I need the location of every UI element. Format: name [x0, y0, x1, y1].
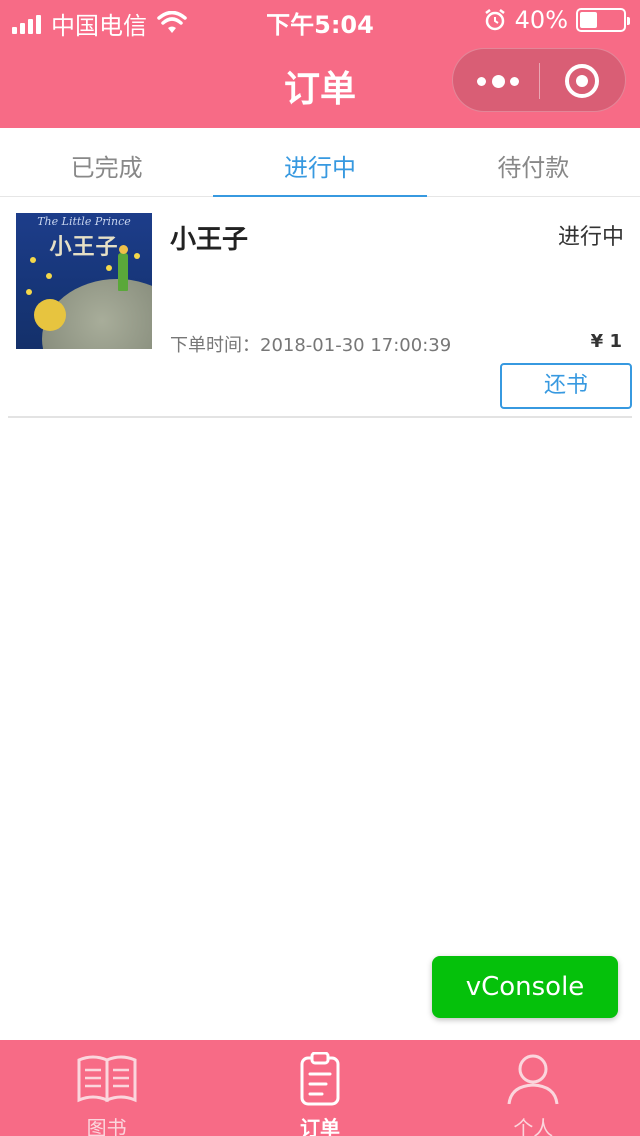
- alarm-icon: [484, 9, 505, 31]
- cover-english-title: The Little Prince: [37, 215, 131, 228]
- close-miniprogram-icon[interactable]: [565, 64, 599, 98]
- book-icon: [77, 1055, 137, 1103]
- tabbar-item-orders[interactable]: 订单: [213, 1040, 426, 1136]
- book-title: 小王子: [170, 225, 249, 255]
- return-book-button[interactable]: 还书: [500, 363, 632, 409]
- order-time: 下单时间：2018-01-30 17:00:39: [170, 331, 451, 357]
- vconsole-button[interactable]: vConsole: [432, 956, 618, 1018]
- order-status: 进行中: [557, 225, 624, 250]
- tab-in-progress[interactable]: 进行中: [213, 128, 427, 197]
- star-icon: [134, 253, 140, 259]
- tab-completed[interactable]: 已完成: [0, 128, 213, 196]
- battery-percent: 40%: [514, 6, 568, 34]
- screen: 中国电信 下午5:04 40% 订单 已完成 进行中 待付款 The Littl…: [0, 0, 640, 1136]
- status-right: 40%: [483, 6, 630, 34]
- star-icon: [106, 265, 112, 271]
- book-cover-image: The Little Prince 小王子: [16, 213, 152, 349]
- prince-figure: [118, 245, 128, 291]
- tabbar-label-profile: 个人: [513, 1116, 554, 1136]
- tabbar-label-orders: 订单: [299, 1116, 340, 1136]
- battery-icon: [576, 8, 630, 32]
- star-icon: [30, 257, 36, 263]
- more-icon[interactable]: [477, 71, 519, 91]
- user-icon: [507, 1054, 559, 1105]
- capsule-divider: [539, 63, 540, 99]
- status-bar: 中国电信 下午5:04 40%: [0, 0, 640, 40]
- cover-badge: [34, 299, 66, 331]
- order-item[interactable]: The Little Prince 小王子 小王子 进行中 下单时间：2018-…: [8, 197, 632, 418]
- tabbar-item-profile[interactable]: 个人: [427, 1040, 640, 1136]
- order-tabs: 已完成 进行中 待付款: [0, 128, 640, 197]
- miniprogram-capsule: [452, 48, 626, 112]
- star-icon: [26, 289, 32, 295]
- order-time-prefix: 下单时间：: [170, 335, 260, 356]
- nav-bar: 订单: [0, 40, 640, 128]
- star-icon: [46, 273, 52, 279]
- tab-pending-payment[interactable]: 待付款: [427, 128, 640, 196]
- order-time-value: 2018-01-30 17:00:39: [260, 335, 452, 356]
- bottom-tab-bar: 图书 订单 个人: [0, 1040, 640, 1136]
- tabbar-label-books: 图书: [86, 1116, 127, 1136]
- cover-chinese-title: 小王子: [49, 235, 119, 260]
- order-price: ¥ 1: [590, 331, 622, 352]
- clipboard-icon: [300, 1052, 340, 1106]
- tabbar-item-books[interactable]: 图书: [0, 1040, 213, 1136]
